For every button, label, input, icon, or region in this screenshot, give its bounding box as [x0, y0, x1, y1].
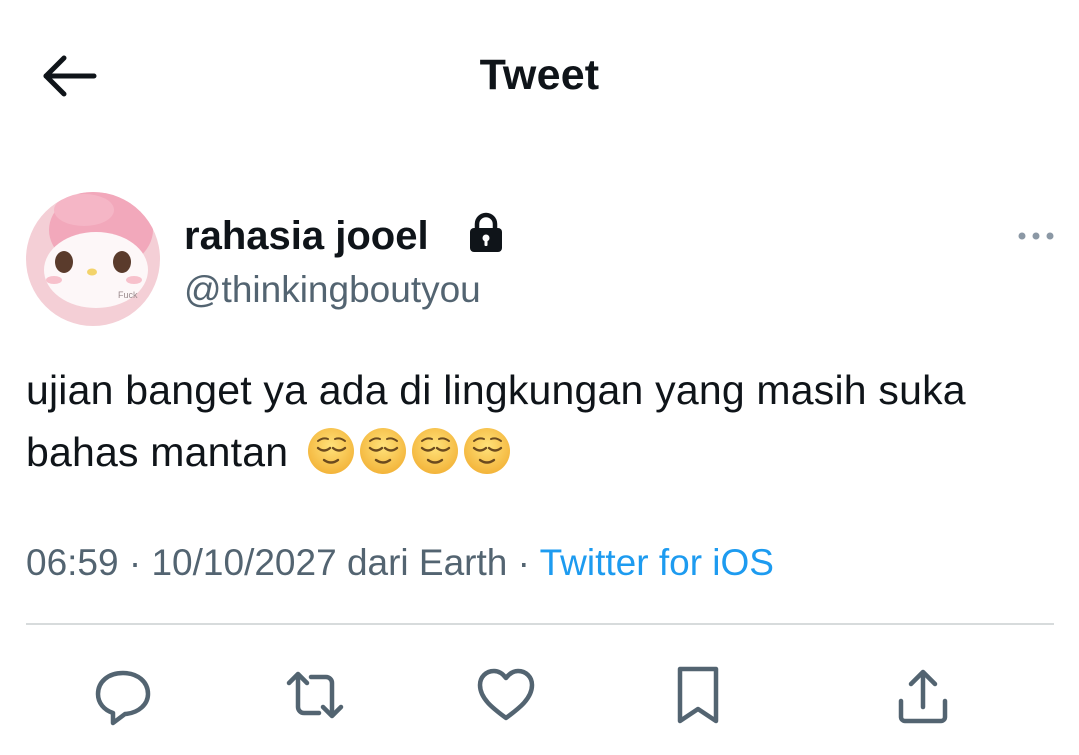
emoji-row	[306, 426, 512, 476]
page-title: Tweet	[479, 51, 600, 99]
display-name[interactable]: rahasia jooel	[184, 213, 429, 259]
relieved-face-emoji	[411, 428, 458, 475]
retweet-button[interactable]	[283, 663, 347, 727]
share-button[interactable]	[891, 663, 955, 727]
more-options-button[interactable]	[1012, 222, 1060, 250]
reply-button[interactable]	[91, 663, 155, 727]
lock-icon	[470, 212, 502, 252]
tweet-time[interactable]: 06:59	[26, 542, 119, 583]
heart-icon	[477, 668, 535, 721]
bookmark-button[interactable]	[666, 663, 730, 727]
tweet-text: ujian banget ya ada di lingkungan yang m…	[26, 359, 1056, 483]
avatar[interactable]: Fuck	[26, 192, 160, 326]
avatar-caption: Fuck	[118, 290, 138, 300]
retweet-icon	[286, 671, 344, 719]
more-icon	[1018, 232, 1054, 240]
relieved-face-emoji	[463, 428, 510, 475]
like-button[interactable]	[474, 663, 538, 727]
meta-separator: ·	[118, 542, 152, 583]
user-handle[interactable]: @thinkingboutyou	[184, 268, 481, 312]
divider	[26, 623, 1054, 625]
relieved-face-emoji	[359, 428, 406, 475]
top-bar: Tweet	[0, 0, 1079, 150]
tweet-meta: 06:59 · 10/10/2027 dari Earth · Twitter …	[26, 540, 774, 586]
relieved-face-emoji	[307, 428, 354, 475]
reply-icon	[95, 670, 151, 726]
share-icon	[898, 669, 948, 724]
tweet-date[interactable]: 10/10/2027	[151, 542, 336, 583]
meta-separator: ·	[507, 542, 540, 583]
action-bar	[0, 645, 1079, 745]
tweet-location: dari Earth	[336, 542, 508, 583]
avatar-image: Fuck	[26, 192, 160, 326]
tweet-source-link[interactable]: Twitter for iOS	[540, 542, 774, 583]
bookmark-icon	[677, 666, 719, 724]
